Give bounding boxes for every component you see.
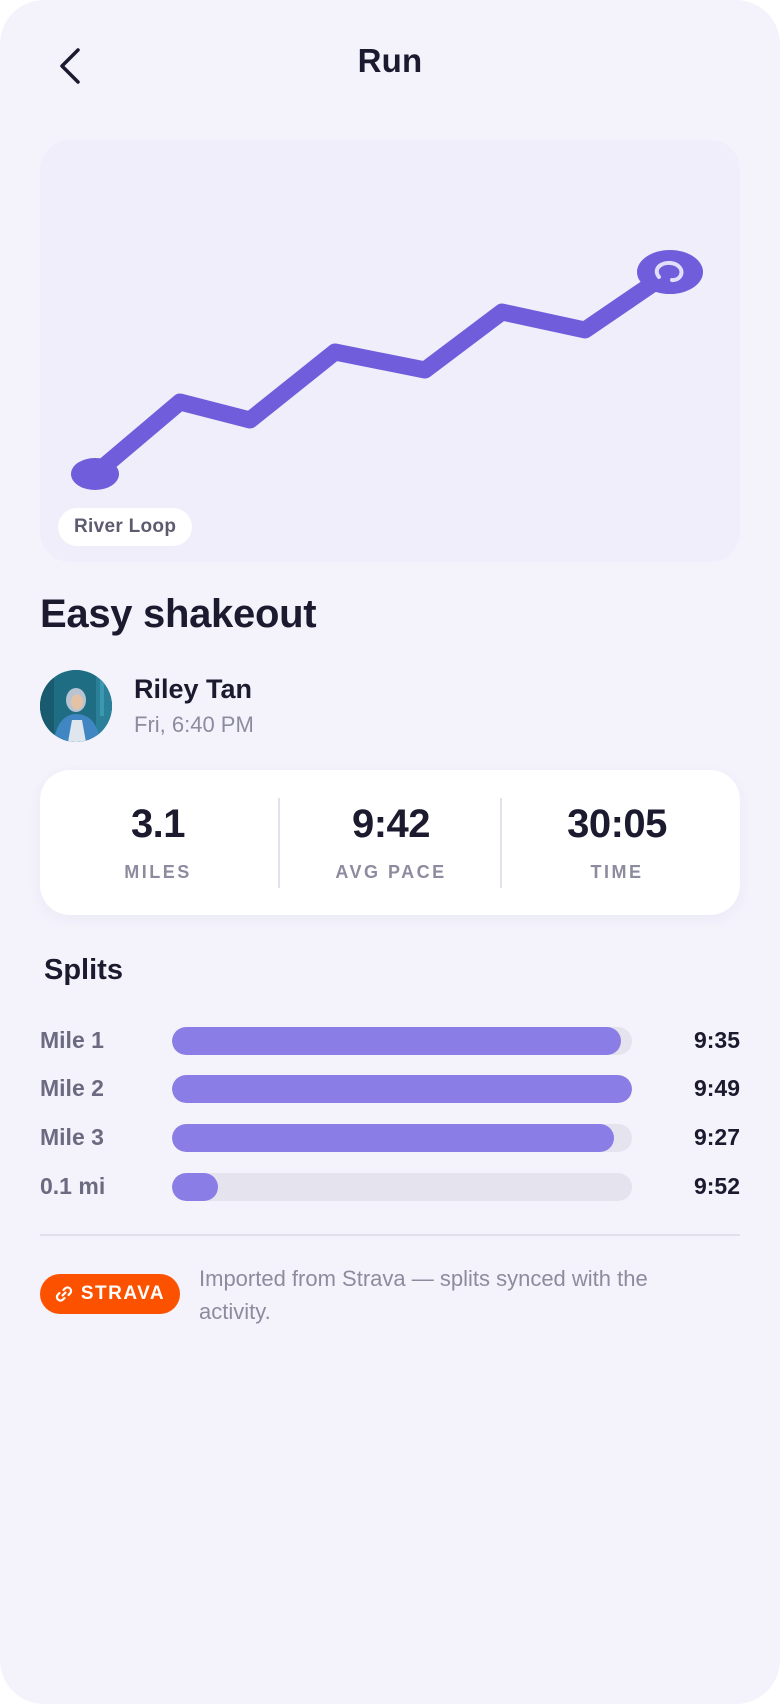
split-label: Mile 2 xyxy=(40,1075,104,1101)
stat-distance: 3.1 MILES xyxy=(40,770,276,915)
import-note: Imported from Strava — splits synced wit… xyxy=(199,1266,648,1324)
split-label: 0.1 mi xyxy=(40,1173,106,1199)
split-row: Mile 2 9:49 xyxy=(40,1074,740,1104)
activity-screen: Run River Loop Easy shakeout Riley Tan F… xyxy=(0,0,780,1704)
avatar-image xyxy=(40,670,112,742)
stat-distance-label: MILES xyxy=(124,862,192,882)
stat-divider xyxy=(500,798,502,888)
link-icon xyxy=(55,1286,72,1302)
split-row: Mile 3 9:27 xyxy=(40,1123,740,1153)
split-bar-fill xyxy=(172,1173,218,1201)
activity-title: Easy shakeout xyxy=(40,592,317,636)
stat-pace-label: AVG PACE xyxy=(335,862,447,882)
split-time: 9:52 xyxy=(693,1173,740,1199)
avatar[interactable] xyxy=(40,670,112,742)
split-bar-track xyxy=(172,1075,632,1103)
splits-title: Splits xyxy=(44,954,123,986)
split-bar-fill xyxy=(172,1027,621,1055)
route-start-marker xyxy=(71,458,119,490)
route-map[interactable]: River Loop xyxy=(40,140,740,562)
strava-badge-label: STRAVA xyxy=(80,1283,166,1304)
stat-pace-value: 9:42 xyxy=(351,802,431,846)
stat-time: 30:05 TIME xyxy=(504,770,730,915)
split-label: Mile 3 xyxy=(40,1124,104,1150)
strava-badge[interactable]: STRAVA xyxy=(40,1274,180,1314)
page-title: Run xyxy=(357,42,423,79)
stat-pace: 9:42 AVG PACE xyxy=(280,770,502,915)
split-label: Mile 1 xyxy=(40,1027,104,1053)
split-time: 9:27 xyxy=(693,1124,740,1150)
split-row: 0.1 mi 9:52 xyxy=(40,1172,740,1202)
athlete-name: Riley Tan xyxy=(134,674,253,704)
split-time: 9:49 xyxy=(693,1075,740,1101)
split-bar-track xyxy=(172,1124,632,1152)
split-time: 9:35 xyxy=(693,1027,740,1053)
split-bar-fill xyxy=(172,1124,614,1152)
split-bar-track xyxy=(172,1173,632,1201)
section-divider xyxy=(40,1234,740,1236)
route-end-marker xyxy=(637,250,703,294)
stat-distance-value: 3.1 xyxy=(130,802,186,846)
route-name-pill: River Loop xyxy=(58,508,193,546)
stat-time-value: 30:05 xyxy=(567,802,667,846)
split-row: Mile 1 9:35 xyxy=(40,1026,740,1056)
activity-datetime: Fri, 6:40 PM xyxy=(134,712,254,737)
stats-card: 3.1 MILES 9:42 AVG PACE 30:05 TIME xyxy=(40,770,740,915)
route-map-graphic xyxy=(71,250,703,490)
stat-time-label: TIME xyxy=(590,862,644,882)
route-line xyxy=(86,263,679,483)
split-bar-track xyxy=(172,1027,632,1055)
split-bar-fill xyxy=(172,1075,632,1103)
